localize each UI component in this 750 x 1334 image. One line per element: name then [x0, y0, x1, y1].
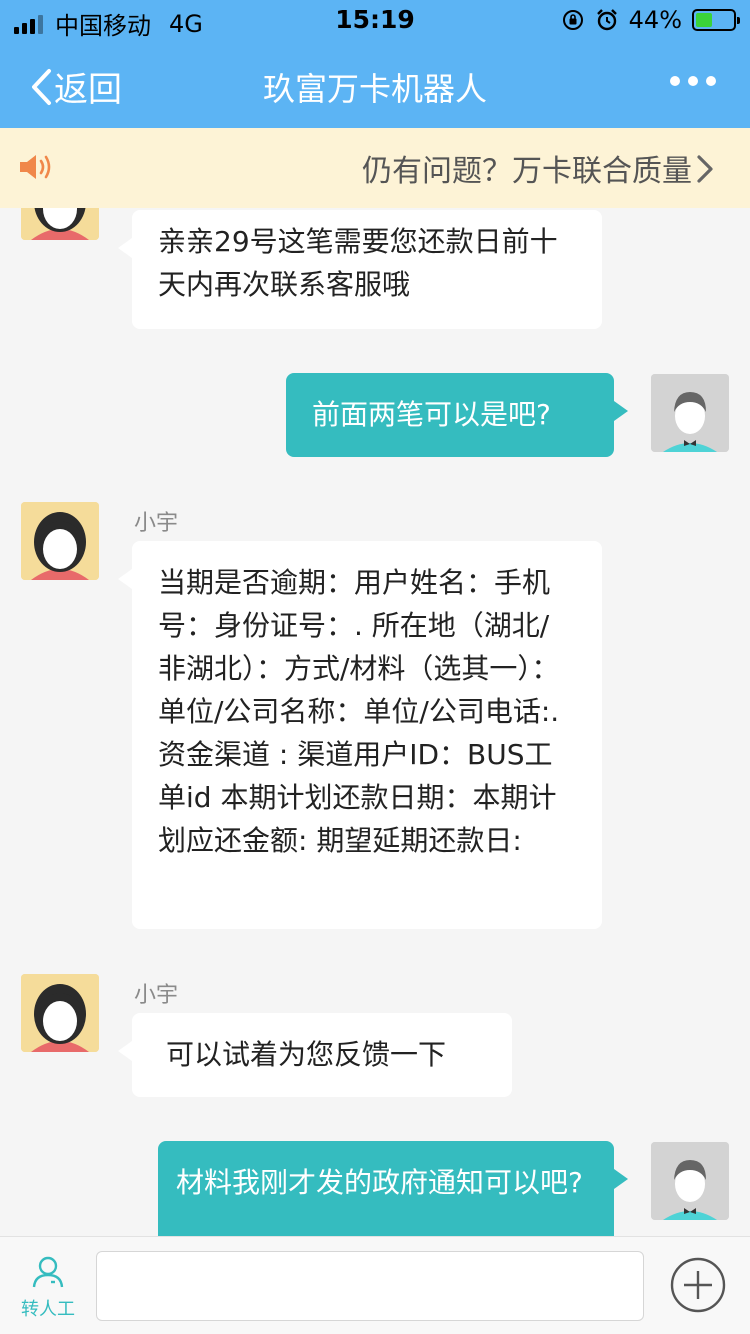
message-text: 可以试着为您反馈一下: [166, 1038, 447, 1071]
battery-percent: 44%: [628, 6, 682, 34]
page-title: 玖富万卡机器人: [262, 70, 487, 108]
transfer-human-button[interactable]: 转人工: [16, 1255, 80, 1321]
message-bubble[interactable]: 亲亲29号这笔需要您还款日前十天内再次联系客服哦: [118, 210, 602, 329]
battery-icon: [692, 9, 740, 31]
girl-avatar-icon: [21, 502, 99, 580]
message-text: 当期是否逾期：用户姓名：手机号：身份证号：. 所在地（湖北/非湖北）：方式/材料…: [158, 566, 560, 857]
orientation-lock-icon: [562, 10, 583, 30]
bot-avatar[interactable]: [21, 502, 99, 580]
man-avatar-icon: [651, 1142, 729, 1220]
input-bar: 转人工: [0, 1236, 750, 1334]
girl-avatar-icon: [21, 974, 99, 1052]
plus-circle-icon[interactable]: [670, 1257, 726, 1313]
sender-name: 小宇: [134, 511, 179, 536]
nav-bar: 返回 玖富万卡机器人: [0, 40, 750, 128]
more-icon-dot: [670, 76, 680, 86]
chat-area[interactable]: 亲亲29号这笔需要您还款日前十天内再次联系客服哦 前面两笔可以是吧? 小宇 当期…: [0, 208, 750, 1236]
message-text: 材料我刚才发的政府通知可以吧?: [176, 1166, 583, 1199]
message-bubble[interactable]: 可以试着为您反馈一下: [118, 1013, 512, 1097]
speaker-icon: [20, 155, 51, 179]
alarm-icon: [596, 9, 617, 31]
more-icon-dot: [706, 76, 716, 86]
chevron-right-icon: [697, 155, 713, 183]
sender-name: 小宇: [134, 983, 179, 1008]
notice-bar[interactable]: 仍有问题？万卡联合质量: [0, 128, 750, 208]
more-button[interactable]: [670, 70, 716, 92]
user-avatar[interactable]: [651, 374, 729, 452]
message-bubble[interactable]: 前面两笔可以是吧?: [286, 373, 628, 457]
message-text: 亲亲29号这笔需要您还款日前十天内再次联系客服哦: [158, 225, 558, 301]
bot-avatar[interactable]: [21, 208, 99, 240]
message-bubble[interactable]: 材料我刚才发的政府通知可以吧?: [158, 1141, 628, 1236]
status-bar: 中国移动 4G 15:19 44%: [0, 0, 750, 40]
person-icon: [32, 1256, 64, 1288]
user-avatar[interactable]: [651, 1142, 729, 1220]
battery-fill: [696, 13, 712, 27]
message-bubble[interactable]: 当期是否逾期：用户姓名：手机号：身份证号：. 所在地（湖北/非湖北）：方式/材料…: [118, 541, 602, 929]
message-text: 前面两笔可以是吧?: [312, 398, 551, 431]
man-avatar-icon: [651, 374, 729, 452]
girl-avatar-icon: [21, 208, 99, 240]
message-input[interactable]: [96, 1251, 644, 1321]
more-icon-dot: [688, 76, 698, 86]
bot-avatar[interactable]: [21, 974, 99, 1052]
transfer-human-label: 转人工: [21, 1299, 75, 1320]
status-right: 44%: [561, 6, 740, 34]
notice-text: 仍有问题？万卡联合质量: [362, 154, 692, 189]
